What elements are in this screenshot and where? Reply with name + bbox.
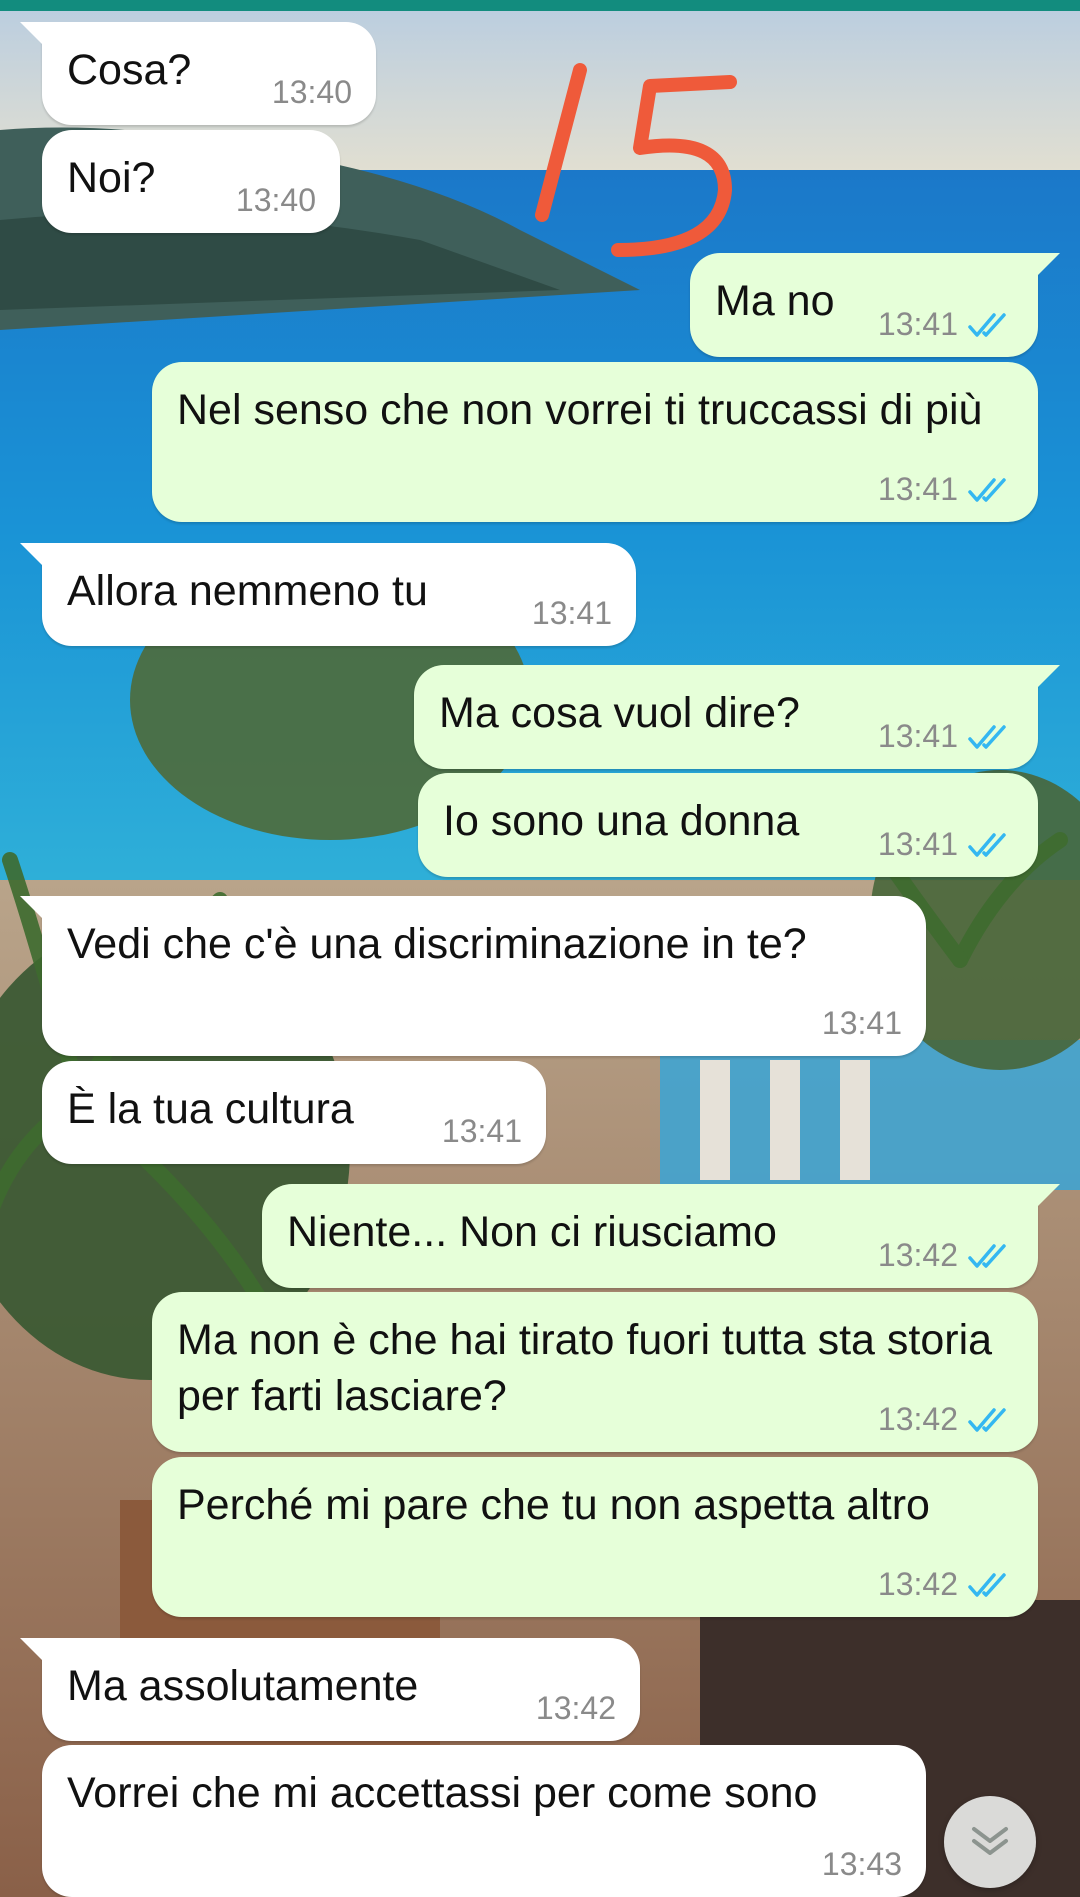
message-time: 13:42 (877, 1237, 958, 1273)
message-text: Vedi che c'è una discriminazione in te? (67, 920, 807, 968)
message-meta: 13:41 (822, 1005, 902, 1042)
message-time: 13:41 (877, 306, 958, 342)
message-time: 13:41 (531, 595, 612, 631)
scroll-to-bottom-button[interactable] (944, 1796, 1036, 1888)
message-meta: 13:41 (532, 595, 612, 632)
message-text: Allora nemmeno tu (67, 567, 428, 615)
message-time: 13:41 (441, 1113, 522, 1149)
message-meta: 13:43 (822, 1846, 902, 1883)
message-meta: 13:41 (878, 826, 1012, 863)
message-time: 13:41 (877, 826, 958, 862)
message-text: Vorrei che mi accettassi per come sono (67, 1769, 818, 1817)
outgoing-message-bubble[interactable]: Ma no 13:41 (690, 253, 1060, 357)
message-meta: 13:42 (878, 1566, 1012, 1603)
read-receipt-double-check-icon (968, 1407, 1006, 1432)
incoming-message-bubble[interactable]: Vedi che c'è una discriminazione in te? 1… (20, 896, 926, 1056)
message-meta: 13:40 (236, 182, 316, 219)
read-receipt-double-check-icon (968, 477, 1006, 502)
message-text: Nel senso che non vorrei ti truccassi di… (177, 386, 983, 434)
read-receipt-double-check-icon (968, 1572, 1006, 1597)
incoming-message-bubble[interactable]: Cosa? 13:40 (20, 22, 376, 125)
message-meta: 13:41 (878, 306, 1012, 343)
message-text: Perché mi pare che tu non aspetta altro (177, 1481, 930, 1529)
message-meta: 13:42 (536, 1690, 616, 1727)
message-meta: 13:41 (878, 718, 1012, 755)
message-meta: 13:40 (272, 74, 352, 111)
incoming-message-bubble[interactable]: Noi? 13:40 (42, 130, 340, 233)
read-receipt-double-check-icon (968, 1243, 1006, 1268)
message-meta: 13:42 (878, 1237, 1012, 1274)
message-meta: 13:42 (878, 1401, 1012, 1438)
read-receipt-double-check-icon (968, 832, 1006, 857)
read-receipt-double-check-icon (968, 724, 1006, 749)
message-time: 13:42 (535, 1690, 616, 1726)
app-header-strip (0, 0, 1080, 11)
message-time: 13:41 (877, 718, 958, 754)
message-time: 13:42 (877, 1566, 958, 1602)
incoming-message-bubble[interactable]: Allora nemmeno tu 13:41 (20, 543, 636, 646)
outgoing-message-bubble[interactable]: Niente... Non ci riusciamo 13:42 (262, 1184, 1060, 1288)
outgoing-message-bubble[interactable]: Ma cosa vuol dire? 13:41 (414, 665, 1060, 769)
outgoing-message-bubble[interactable]: Ma non è che hai tirato fuori tutta sta … (152, 1292, 1038, 1452)
read-receipt-double-check-icon (968, 312, 1006, 337)
message-time: 13:40 (235, 182, 316, 218)
message-meta: 13:41 (442, 1113, 522, 1150)
message-time: 13:41 (821, 1005, 902, 1041)
message-time: 13:41 (877, 471, 958, 507)
outgoing-message-bubble[interactable]: Nel senso che non vorrei ti truccassi di… (152, 362, 1038, 522)
message-text: Ma assolutamente (67, 1662, 419, 1710)
outgoing-message-bubble[interactable]: Io sono una donna 13:41 (418, 773, 1038, 877)
message-time: 13:42 (877, 1401, 958, 1437)
incoming-message-bubble[interactable]: È la tua cultura 13:41 (42, 1061, 546, 1164)
double-chevron-down-icon (972, 1827, 1008, 1855)
incoming-message-bubble[interactable]: Ma assolutamente 13:42 (20, 1638, 640, 1741)
outgoing-message-bubble[interactable]: Perché mi pare che tu non aspetta altro 1… (152, 1457, 1038, 1617)
message-meta: 13:41 (878, 471, 1012, 508)
message-time: 13:43 (821, 1846, 902, 1882)
incoming-message-bubble[interactable]: Vorrei che mi accettassi per come sono 13… (42, 1745, 926, 1897)
message-time: 13:40 (271, 74, 352, 110)
